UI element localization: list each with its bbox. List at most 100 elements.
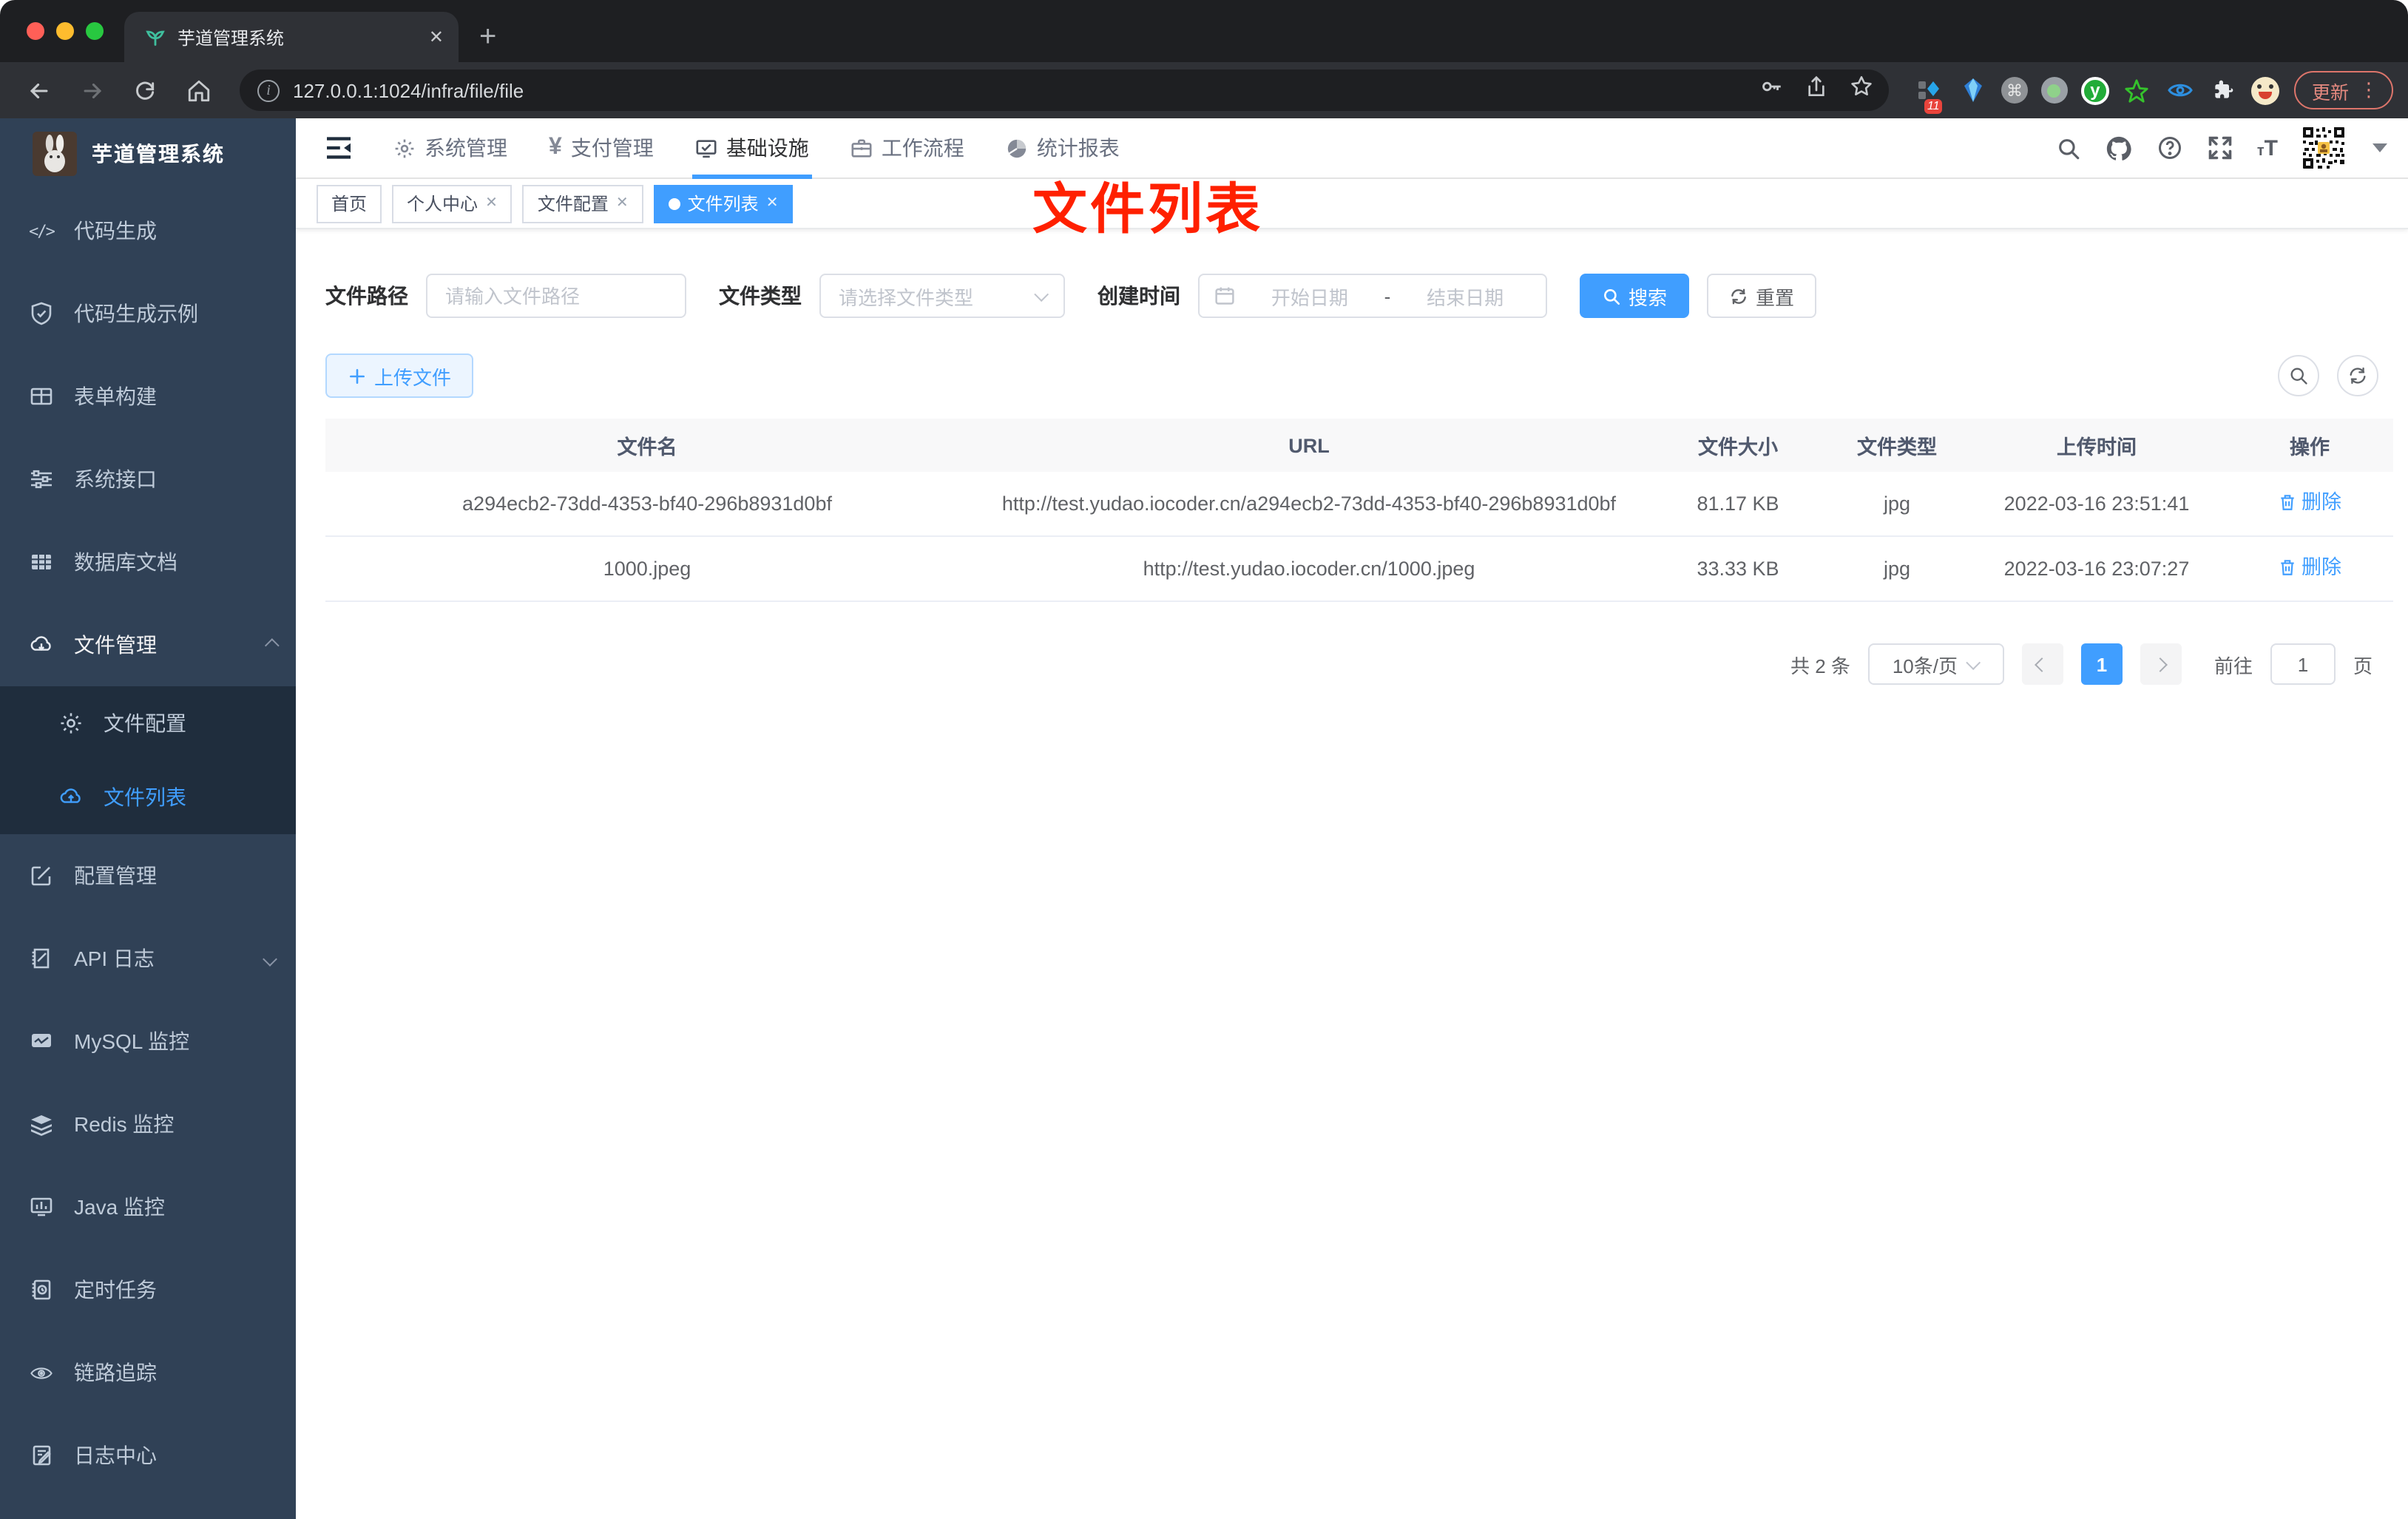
col-header-url: URL	[969, 419, 1649, 472]
col-header-time: 上传时间	[1967, 419, 2226, 472]
extension-star-icon[interactable]	[2123, 75, 2152, 105]
tag-label: 文件配置	[537, 194, 609, 214]
url-text[interactable]: 127.0.0.1:1024/infra/file/file	[293, 79, 1759, 101]
sidebar-item-config-management[interactable]: 配置管理	[0, 834, 296, 917]
sidebar-item-label: 配置管理	[74, 864, 157, 887]
sidebar-logo-row[interactable]: 芋道管理系统	[0, 118, 296, 189]
search-button[interactable]: 搜索	[1580, 274, 1690, 318]
sidebar-item-label: 文件配置	[104, 711, 186, 735]
tag-close-icon[interactable]: ✕	[616, 195, 629, 212]
delete-button[interactable]: 删除	[2278, 552, 2341, 583]
top-menu: 系统管理 ¥ 支付管理 基础设施 工作流程 统计报表	[373, 118, 1140, 178]
monitor-bars-icon	[30, 1195, 53, 1219]
upload-file-button[interactable]: 上传文件	[325, 353, 474, 398]
browser-window: 芋道管理系统 ✕ + i 127.0.0.1:1024/infra/file/f…	[0, 0, 2408, 1519]
fullscreen-icon[interactable]	[2207, 135, 2233, 161]
tag-profile[interactable]: 个人中心 ✕	[392, 184, 513, 223]
refresh-table-button[interactable]	[2337, 355, 2378, 396]
goto-page-input[interactable]	[2270, 643, 2336, 685]
monitor-check-icon	[696, 139, 717, 158]
sidebar-item-db-doc[interactable]: 数据库文档	[0, 521, 296, 603]
gear-icon	[59, 711, 83, 735]
top-menu-workflow[interactable]: 工作流程	[830, 118, 985, 178]
tag-close-icon[interactable]: ✕	[485, 195, 498, 212]
sidebar-item-redis-monitor[interactable]: Redis 监控	[0, 1083, 296, 1166]
sidebar-item-file-management[interactable]: 文件管理	[0, 603, 296, 686]
extension-diamond-icon[interactable]: 11	[1915, 75, 1945, 114]
extension-gem-icon[interactable]	[1958, 75, 1988, 105]
browser-tab[interactable]: 芋道管理系统 ✕	[124, 12, 459, 62]
extension-command-icon[interactable]: ⌘	[2001, 77, 2028, 104]
tag-home[interactable]: 首页	[317, 184, 382, 223]
top-menu-label: 系统管理	[425, 136, 507, 160]
avatar-caret-icon[interactable]	[2373, 143, 2387, 152]
sidebar-collapse-icon[interactable]	[317, 126, 361, 170]
toggle-search-button[interactable]	[2278, 355, 2319, 396]
tab-close-icon[interactable]: ✕	[429, 27, 444, 47]
user-avatar-qr[interactable]	[2302, 126, 2346, 170]
top-menu-label: 统计报表	[1036, 136, 1120, 160]
tag-close-icon[interactable]: ✕	[766, 195, 779, 212]
reset-button[interactable]: 重置	[1707, 274, 1817, 318]
extension-y-icon[interactable]: y	[2080, 76, 2109, 104]
sidebar-item-trace[interactable]: 链路追踪	[0, 1331, 296, 1414]
prev-page-button[interactable]	[2021, 643, 2063, 685]
top-menu-infrastructure[interactable]: 基础设施	[674, 118, 830, 178]
home-icon[interactable]	[175, 67, 222, 114]
password-key-icon[interactable]	[1759, 74, 1784, 106]
tag-file-config[interactable]: 文件配置 ✕	[522, 184, 643, 223]
extension-eye-icon[interactable]	[2165, 75, 2195, 105]
zoom-window-button[interactable]	[86, 22, 104, 40]
github-icon[interactable]	[2105, 134, 2133, 162]
page-size-select[interactable]: 10条/页	[1867, 643, 2004, 685]
site-info-icon[interactable]: i	[257, 79, 280, 101]
extensions-puzzle-icon[interactable]	[2208, 75, 2238, 105]
close-window-button[interactable]	[27, 22, 44, 40]
sidebar-item-form-builder[interactable]: 表单构建	[0, 355, 296, 438]
reload-icon[interactable]	[121, 67, 169, 114]
sidebar-item-system-api[interactable]: 系统接口	[0, 438, 296, 521]
minimize-window-button[interactable]	[56, 22, 74, 40]
date-range-picker[interactable]: 开始日期 - 结束日期	[1198, 274, 1547, 318]
bookmark-star-icon[interactable]	[1849, 74, 1874, 106]
sidebar: 芋道管理系统 </> 代码生成 代码生成示例 表单构建 系统接口 数据库文档 文…	[0, 118, 296, 1519]
tag-file-list[interactable]: 文件列表 ✕	[653, 184, 794, 223]
search-icon[interactable]	[2056, 135, 2081, 160]
file-path-label: 文件路径	[325, 284, 408, 308]
share-icon[interactable]	[1805, 75, 1828, 106]
next-page-button[interactable]	[2140, 643, 2182, 685]
sidebar-item-file-config[interactable]: 文件配置	[0, 686, 296, 760]
browser-menu-dots-icon[interactable]: ⋮	[2359, 78, 2378, 102]
chrome-update-button[interactable]: 更新 ⋮	[2293, 71, 2393, 109]
file-type-select[interactable]: 请选择文件类型	[819, 274, 1065, 318]
range-separator: -	[1384, 285, 1391, 307]
top-menu-system[interactable]: 系统管理	[373, 118, 528, 178]
sidebar-item-api-log[interactable]: API 日志	[0, 917, 296, 1000]
file-path-input[interactable]	[427, 275, 685, 317]
start-date-placeholder[interactable]: 开始日期	[1244, 282, 1376, 310]
sidebar-item-log-center[interactable]: 日志中心	[0, 1414, 296, 1497]
sidebar-item-mysql-monitor[interactable]: MySQL 监控	[0, 1000, 296, 1083]
forward-icon[interactable]	[68, 67, 115, 114]
sidebar-item-code-gen-example[interactable]: 代码生成示例	[0, 272, 296, 355]
active-tag-dot	[668, 197, 680, 209]
font-size-icon[interactable]: тT	[2257, 135, 2278, 160]
delete-button[interactable]: 删除	[2278, 487, 2341, 518]
profile-avatar-icon[interactable]	[2250, 76, 2279, 104]
top-menu-payment[interactable]: ¥ 支付管理	[528, 118, 674, 178]
col-header-filename: 文件名	[325, 419, 969, 472]
sidebar-item-code-generation[interactable]: </> 代码生成	[0, 189, 296, 272]
extension-green-dot-icon[interactable]	[2040, 77, 2068, 104]
sidebar-item-scheduled-tasks[interactable]: 定时任务	[0, 1248, 296, 1331]
pie-chart-icon	[1007, 138, 1026, 158]
help-icon[interactable]	[2157, 135, 2183, 161]
end-date-placeholder[interactable]: 结束日期	[1399, 282, 1531, 310]
page-size-label: 10条/页	[1892, 654, 1958, 677]
chevron-up-icon	[264, 637, 280, 652]
sidebar-item-java-monitor[interactable]: Java 监控	[0, 1166, 296, 1248]
current-page[interactable]: 1	[2080, 643, 2123, 685]
back-icon[interactable]	[15, 67, 62, 114]
new-tab-button[interactable]: +	[479, 12, 496, 62]
url-bar[interactable]: i 127.0.0.1:1024/infra/file/file	[240, 70, 1889, 111]
sidebar-item-file-list[interactable]: 文件列表	[0, 760, 296, 834]
